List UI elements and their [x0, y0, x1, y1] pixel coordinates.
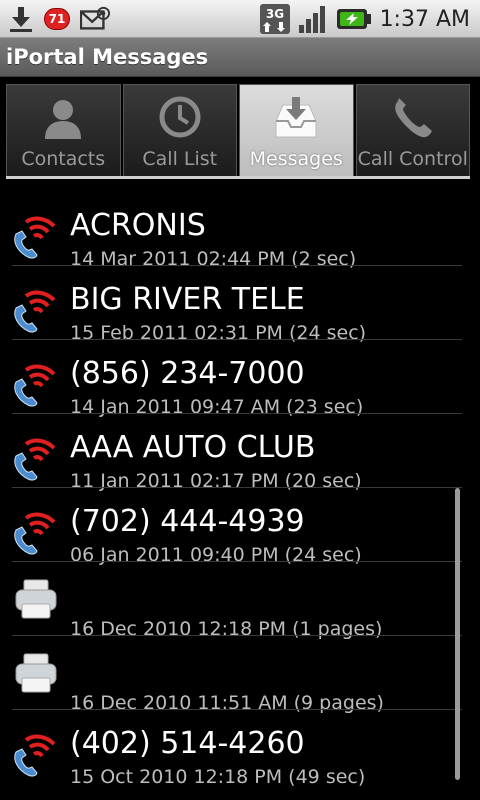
page-title: iPortal Messages: [6, 45, 209, 69]
tab-messages[interactable]: Messages: [239, 84, 354, 176]
title-bar: iPortal Messages: [0, 38, 480, 77]
person-icon: [45, 100, 82, 139]
tab-call-list[interactable]: Call List: [122, 84, 237, 176]
caller-name: ACRONIS: [70, 208, 206, 243]
clock: 1:37 AM: [379, 6, 470, 32]
inbox-icon: [275, 97, 317, 138]
caller-name: (402) 514-4260: [70, 726, 305, 761]
tab-label: Messages: [249, 148, 343, 170]
network-3g-icon: 3G: [259, 4, 290, 34]
list-item[interactable]: 16 Dec 2010 12:18 PM (1 pages): [0, 562, 480, 640]
phone-icon: [394, 98, 432, 138]
fax-icon: [15, 579, 57, 619]
caller-name: BIG RIVER TELE: [70, 282, 305, 317]
list-item[interactable]: AAA AUTO CLUB 11 Jan 2011 02:17 PM (20 s…: [0, 414, 480, 492]
voicemail-icon: [14, 734, 56, 777]
tab-label: Call Control: [357, 148, 468, 170]
tab-call-control[interactable]: Call Control: [355, 84, 470, 176]
caller-name: (702) 444-4939: [70, 504, 305, 539]
signal-icon: [298, 4, 328, 34]
notification-badge: 71: [42, 4, 74, 34]
scrollbar[interactable]: [455, 488, 460, 780]
message-detail: 15 Oct 2010 12:18 PM (49 sec): [70, 766, 366, 788]
tab-bar: Contacts Call List Messages Call Control: [6, 84, 470, 176]
voicemail-icon: [14, 438, 56, 481]
tab-underline: [6, 176, 470, 179]
voicemail-icon: [14, 290, 56, 333]
voicemail-icon: [14, 512, 56, 555]
caller-name: (856) 234-7000: [70, 356, 305, 391]
list-item[interactable]: BIG RIVER TELE 15 Feb 2011 02:31 PM (24 …: [0, 266, 480, 344]
clock-icon: [159, 96, 201, 138]
list-item[interactable]: (702) 444-4939 06 Jan 2011 09:40 PM (24 …: [0, 488, 480, 566]
voicemail-icon: [14, 364, 56, 407]
list-item[interactable]: (402) 514-4260 15 Oct 2010 12:18 PM (49 …: [0, 710, 480, 788]
network-label: 3G: [265, 7, 283, 21]
list-item[interactable]: ACRONIS 14 Mar 2011 02:44 PM (2 sec): [0, 192, 480, 270]
list-item[interactable]: (856) 234-7000 14 Jan 2011 09:47 AM (23 …: [0, 340, 480, 418]
tab-label: Call List: [142, 148, 218, 170]
notification-count: 71: [44, 8, 70, 30]
tab-contacts[interactable]: Contacts: [6, 84, 121, 176]
message-list[interactable]: ACRONIS 14 Mar 2011 02:44 PM (2 sec) BIG…: [0, 180, 480, 800]
list-item[interactable]: 16 Dec 2010 11:51 AM (9 pages): [0, 636, 480, 714]
battery-icon: [336, 4, 372, 34]
caller-name: AAA AUTO CLUB: [70, 430, 316, 465]
status-bar: 71 3G 1:37 AM: [0, 0, 480, 38]
fax-icon: [15, 653, 57, 693]
voicemail-icon: [14, 216, 56, 259]
download-icon: [6, 4, 36, 34]
tab-label: Contacts: [21, 148, 106, 170]
email-icon: [80, 4, 110, 34]
